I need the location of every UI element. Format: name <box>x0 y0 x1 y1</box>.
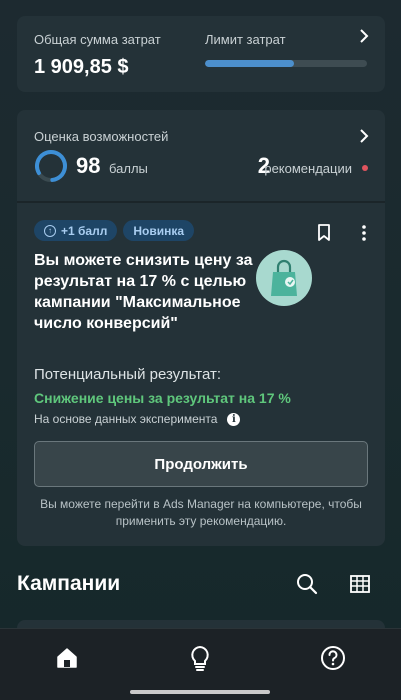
more-options-icon[interactable] <box>361 224 367 247</box>
info-icon[interactable]: i <box>227 412 241 426</box>
based-on-row: На основе данных эксперимента i <box>34 412 241 426</box>
chevron-right-icon[interactable] <box>359 28 369 46</box>
opportunity-card: Оценка возможностей 98 баллы 2 рекоменда… <box>17 110 385 546</box>
recommendation-title: Вы можете снизить цену за результат на 1… <box>34 252 253 332</box>
chevron-right-icon[interactable] <box>359 128 369 146</box>
new-badge-label: Новинка <box>133 223 185 238</box>
divider <box>17 201 385 203</box>
score-ring-icon <box>34 150 67 183</box>
help-icon[interactable] <box>319 644 347 672</box>
home-icon[interactable] <box>53 644 81 672</box>
spend-limit-fill <box>205 60 295 67</box>
based-on-label: На основе данных эксперимента <box>34 412 218 426</box>
opportunity-label: Оценка возможностей <box>34 129 169 144</box>
potential-result-value: Снижение цены за результат на 17 % <box>34 390 291 406</box>
spend-limit-bar <box>205 60 367 67</box>
recommendations-label: рекомендации <box>264 161 352 176</box>
bottom-navigation <box>0 628 401 700</box>
continue-button[interactable]: Продолжить <box>34 441 368 487</box>
recommendation-badges: ↑ +1 балл Новинка <box>34 220 195 241</box>
campaigns-title: Кампании <box>17 572 121 595</box>
opportunity-score: 98 <box>76 153 101 178</box>
spend-limit-label: Лимит затрат <box>205 32 286 47</box>
opportunity-score-row[interactable]: 98 баллы 2 рекомендации <box>34 149 368 183</box>
new-badge: Новинка <box>123 220 195 241</box>
points-badge-label: +1 балл <box>61 223 108 238</box>
potential-result-label: Потенциальный результат: <box>34 366 221 383</box>
spend-card[interactable]: Общая сумма затрат 1 909,85 $ Лимит затр… <box>17 16 385 92</box>
total-spend-value: 1 909,85 $ <box>34 56 129 78</box>
table-view-icon[interactable] <box>350 575 370 598</box>
lightbulb-icon[interactable] <box>186 644 214 672</box>
shopping-bag-illustration <box>256 250 312 306</box>
gesture-home-bar[interactable] <box>130 690 270 694</box>
notification-dot <box>362 165 368 171</box>
total-spend-label: Общая сумма затрат <box>34 32 161 47</box>
search-icon[interactable] <box>296 573 318 600</box>
total-spend: Общая сумма затрат 1 909,85 $ <box>34 32 161 79</box>
spend-limit: Лимит затрат <box>205 32 367 67</box>
bookmark-icon[interactable] <box>317 224 331 247</box>
opportunity-score-unit: баллы <box>109 161 148 176</box>
points-badge: ↑ +1 балл <box>34 220 118 241</box>
arrow-up-circle-icon: ↑ <box>44 224 56 237</box>
recommendation-footnote: Вы можете перейти в Ads Manager на компь… <box>40 497 362 528</box>
